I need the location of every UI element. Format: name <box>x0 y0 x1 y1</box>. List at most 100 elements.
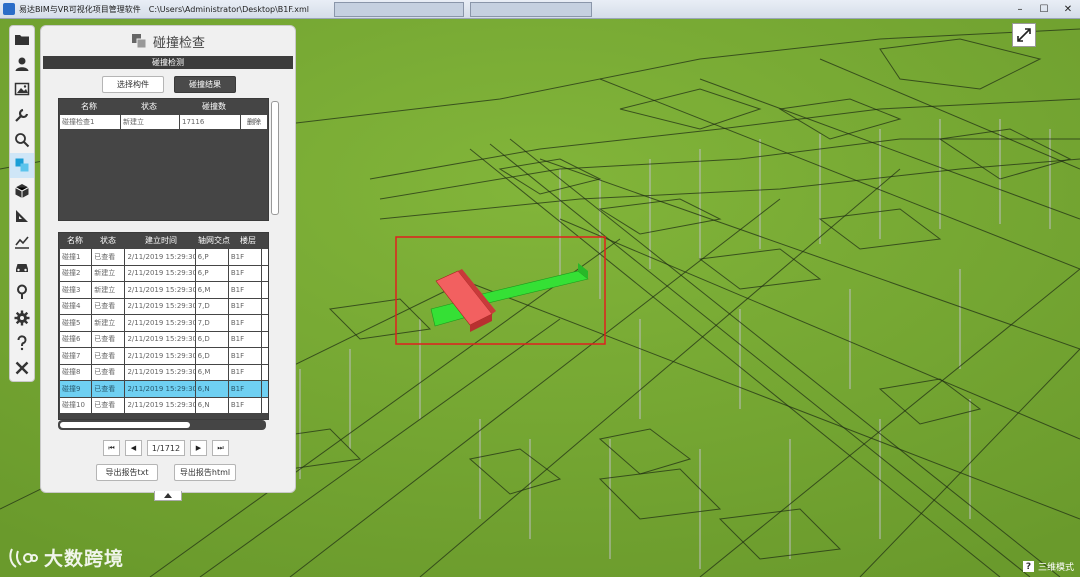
result-name-cell: 碰撞2 <box>60 265 92 281</box>
expand-arrows-icon <box>1017 28 1031 42</box>
toolbar-close[interactable] <box>10 356 34 381</box>
result-floor-cell: B1F <box>228 348 262 364</box>
table-row[interactable]: 碰撞3 新建立 2/11/2019 15:29:30 6,M B1F <box>59 282 268 298</box>
result-extra-cell <box>262 331 268 347</box>
toolbar-image[interactable] <box>10 77 34 102</box>
cube-icon <box>15 183 29 198</box>
result-extra-cell <box>262 315 268 331</box>
result-grid-cell: 6,M <box>195 364 228 380</box>
table-row[interactable]: 碰撞5 新建立 2/11/2019 15:29:30 7,D B1F <box>59 315 268 331</box>
toolbar-chart[interactable] <box>10 229 34 254</box>
toolbar-vehicle[interactable] <box>10 254 34 279</box>
result-status-cell: 新建立 <box>92 265 125 281</box>
result-extra-cell <box>262 249 268 265</box>
scrollbar-thumb[interactable] <box>60 422 190 428</box>
result-time-cell: 2/11/2019 15:29:30 <box>125 282 195 298</box>
left-toolbar <box>9 25 35 382</box>
result-floor-cell: B1F <box>228 249 262 265</box>
toolbar-user[interactable] <box>10 51 34 76</box>
toolbar-settings[interactable] <box>10 305 34 330</box>
search-icon <box>15 133 30 148</box>
export-html-report-button[interactable]: 导出报告html <box>174 464 236 481</box>
toolbar-cube[interactable] <box>10 178 34 203</box>
taskbar-tab-2[interactable] <box>470 2 592 17</box>
close-window-button[interactable]: ✕ <box>1056 0 1080 18</box>
result-extra-cell <box>262 298 268 314</box>
result-time-cell: 2/11/2019 15:29:30 <box>125 364 195 380</box>
image-icon <box>14 83 30 96</box>
toolbar-measure[interactable] <box>10 204 34 229</box>
delete-button[interactable]: 删除 <box>241 115 267 129</box>
result-grid-cell: 6,N <box>195 397 228 413</box>
result-grid-cell: 6,M <box>195 282 228 298</box>
column-header-collision-count: 碰撞数 <box>202 101 226 111</box>
table-header: 名称 状态 碰撞数 <box>59 99 268 113</box>
table-row[interactable]: 碰撞9 已查看 2/11/2019 15:29:30 6,N B1F <box>59 381 268 397</box>
toolbar-search[interactable] <box>10 127 34 152</box>
result-name-cell: 碰撞4 <box>60 298 92 314</box>
column-header-grid-intersection: 轴网交点 <box>198 236 230 245</box>
fullscreen-toggle-button[interactable] <box>1012 23 1036 47</box>
taskbar-tab-1[interactable] <box>334 2 464 17</box>
vertical-scrollbar[interactable] <box>271 101 279 215</box>
panel-title: 碰撞检查 <box>152 35 205 51</box>
collision-check-panel: 碰撞检查 碰撞检测 选择构件 碰撞结果 名称 状态 碰撞数 碰撞检查1 新建立 … <box>40 25 296 493</box>
result-floor-cell: B1F <box>228 265 262 281</box>
check-count-cell: 17116 <box>180 115 240 129</box>
panel-collapse-button[interactable] <box>154 491 182 501</box>
result-status-cell: 已查看 <box>92 249 125 265</box>
first-page-button[interactable]: ⏮ <box>103 440 120 456</box>
table-row[interactable]: 碰撞8 已查看 2/11/2019 15:29:30 6,M B1F <box>59 364 268 380</box>
result-time-cell: 2/11/2019 15:29:30 <box>125 265 195 281</box>
table-row[interactable]: 碰撞2 新建立 2/11/2019 15:29:30 6,P B1F <box>59 265 268 281</box>
result-status-cell: 已查看 <box>92 364 125 380</box>
collision-check-list: 名称 状态 碰撞数 碰撞检查1 新建立 17116 删除 <box>58 98 269 221</box>
select-components-button[interactable]: 选择构件 <box>102 76 164 93</box>
toolbar-open-folder[interactable] <box>10 26 34 51</box>
result-time-cell: 2/11/2019 15:29:30 <box>125 348 195 364</box>
result-extra-cell <box>262 348 268 364</box>
next-page-button[interactable]: ▶ <box>190 440 207 456</box>
result-name-cell: 碰撞10 <box>60 397 92 413</box>
toolbar-wrench[interactable] <box>10 102 34 127</box>
last-page-button[interactable]: ⏭ <box>212 440 229 456</box>
window-title-bar[interactable]: 易达BIM与VR可视化项目管理软件 C:\Users\Administrator… <box>0 0 1080 19</box>
collision-results-button[interactable]: 碰撞结果 <box>174 76 236 93</box>
table-row[interactable]: 碰撞4 已查看 2/11/2019 15:29:30 7,D B1F <box>59 298 268 314</box>
export-txt-report-button[interactable]: 导出报告txt <box>96 464 158 481</box>
file-path: C:\Users\Administrator\Desktop\B1F.xml <box>148 4 309 14</box>
result-time-cell: 2/11/2019 15:29:30 <box>125 298 195 314</box>
table-row[interactable]: 碰撞10 已查看 2/11/2019 15:29:30 6,N B1F <box>59 397 268 413</box>
result-status-cell: 已查看 <box>92 381 125 397</box>
result-grid-cell: 7,D <box>195 298 228 314</box>
toolbar-collision-check[interactable] <box>10 152 34 179</box>
table-row[interactable]: 碰撞7 已查看 2/11/2019 15:29:30 6,D B1F <box>59 348 268 364</box>
result-floor-cell: B1F <box>228 364 262 380</box>
table-row[interactable]: 碰撞检查1 新建立 17116 删除 <box>60 115 267 129</box>
result-extra-cell <box>262 381 268 397</box>
toolbar-location[interactable] <box>10 280 34 305</box>
minimize-button[interactable]: – <box>1008 0 1032 18</box>
table-header: 名称 状态 建立时间 轴网交点 楼层 <box>59 233 268 248</box>
previous-page-button[interactable]: ◀ <box>125 440 142 456</box>
result-floor-cell: B1F <box>228 298 262 314</box>
result-name-cell: 碰撞6 <box>60 331 92 347</box>
column-header-created-time: 建立时间 <box>145 236 177 245</box>
result-extra-cell <box>262 282 268 298</box>
column-header-floor: 楼层 <box>240 236 256 245</box>
table-row[interactable]: 碰撞1 已查看 2/11/2019 15:29:30 6,P B1F <box>59 249 268 265</box>
line-chart-icon <box>15 236 29 249</box>
result-time-cell: 2/11/2019 15:29:30 <box>125 331 195 347</box>
section-header: 碰撞检测 <box>43 56 293 69</box>
view-mode-indicator[interactable]: ? 三维模式 <box>1022 560 1074 573</box>
panel-header: 碰撞检查 <box>41 32 295 51</box>
result-floor-cell: B1F <box>228 397 262 413</box>
toolbar-help[interactable] <box>10 330 34 355</box>
horizontal-scrollbar[interactable] <box>58 420 266 430</box>
view-mode-label: 三维模式 <box>1037 563 1074 573</box>
column-header-name: 名称 <box>81 101 97 111</box>
maximize-button[interactable]: ☐ <box>1032 0 1056 18</box>
column-header-status: 状态 <box>141 101 157 111</box>
location-pin-icon <box>17 284 27 300</box>
table-row[interactable]: 碰撞6 已查看 2/11/2019 15:29:30 6,D B1F <box>59 331 268 347</box>
